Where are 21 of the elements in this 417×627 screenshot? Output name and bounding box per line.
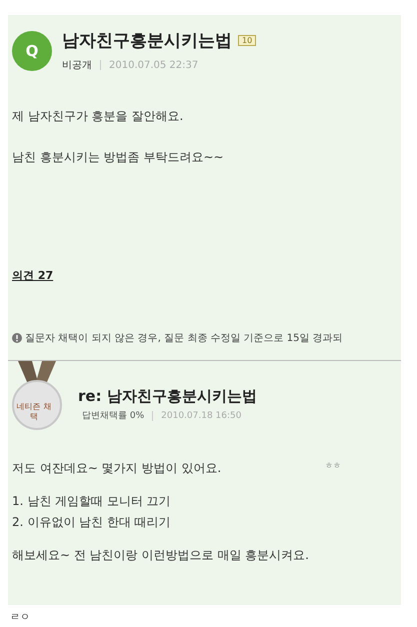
answer-title: re: 남자친구흥분시키는법 [78, 387, 257, 406]
post-date: 2010.07.05 22:37 [109, 60, 198, 70]
answer-text: 1. 남친 게임할때 모니터 끄기 [12, 493, 172, 510]
answer-text: 2. 이유없이 남친 한대 때리기 [12, 514, 172, 531]
question-badge: Q [12, 30, 52, 70]
adoption-rate: 답변채택률 0% [82, 410, 144, 422]
answer-text: 저도 여잔데요~ 몇가지 방법이 있어요. [12, 460, 222, 477]
opinions-link[interactable]: 의견 27 [12, 268, 401, 283]
medal-label: 네티즌 채택 [16, 402, 52, 423]
answer-date: 2010.07.18 16:50 [161, 410, 242, 420]
medal-icon [10, 361, 64, 431]
notice-text: 질문자 채택이 되지 않은 경우, 질문 최종 수정일 기준으로 15일 경과되 [25, 332, 343, 345]
question-title: 남자친구흥분시키는법 [62, 30, 232, 52]
answer-text: 해보세요~ 전 남친이랑 이런방법으로 매일 흥분시켜요. [12, 547, 310, 564]
side-note: ㅎㅎ [325, 460, 341, 472]
question-text: 제 남자친구가 흥분을 잘안해요. [12, 108, 184, 125]
question-text: 남친 흥분시키는 방법좀 부탁드려요~~ [12, 149, 225, 166]
info-icon [12, 333, 22, 343]
points-badge: 10 [238, 35, 256, 46]
author-name: 비공개 [62, 59, 92, 72]
comment-text: ㄹㅇ [10, 611, 31, 624]
